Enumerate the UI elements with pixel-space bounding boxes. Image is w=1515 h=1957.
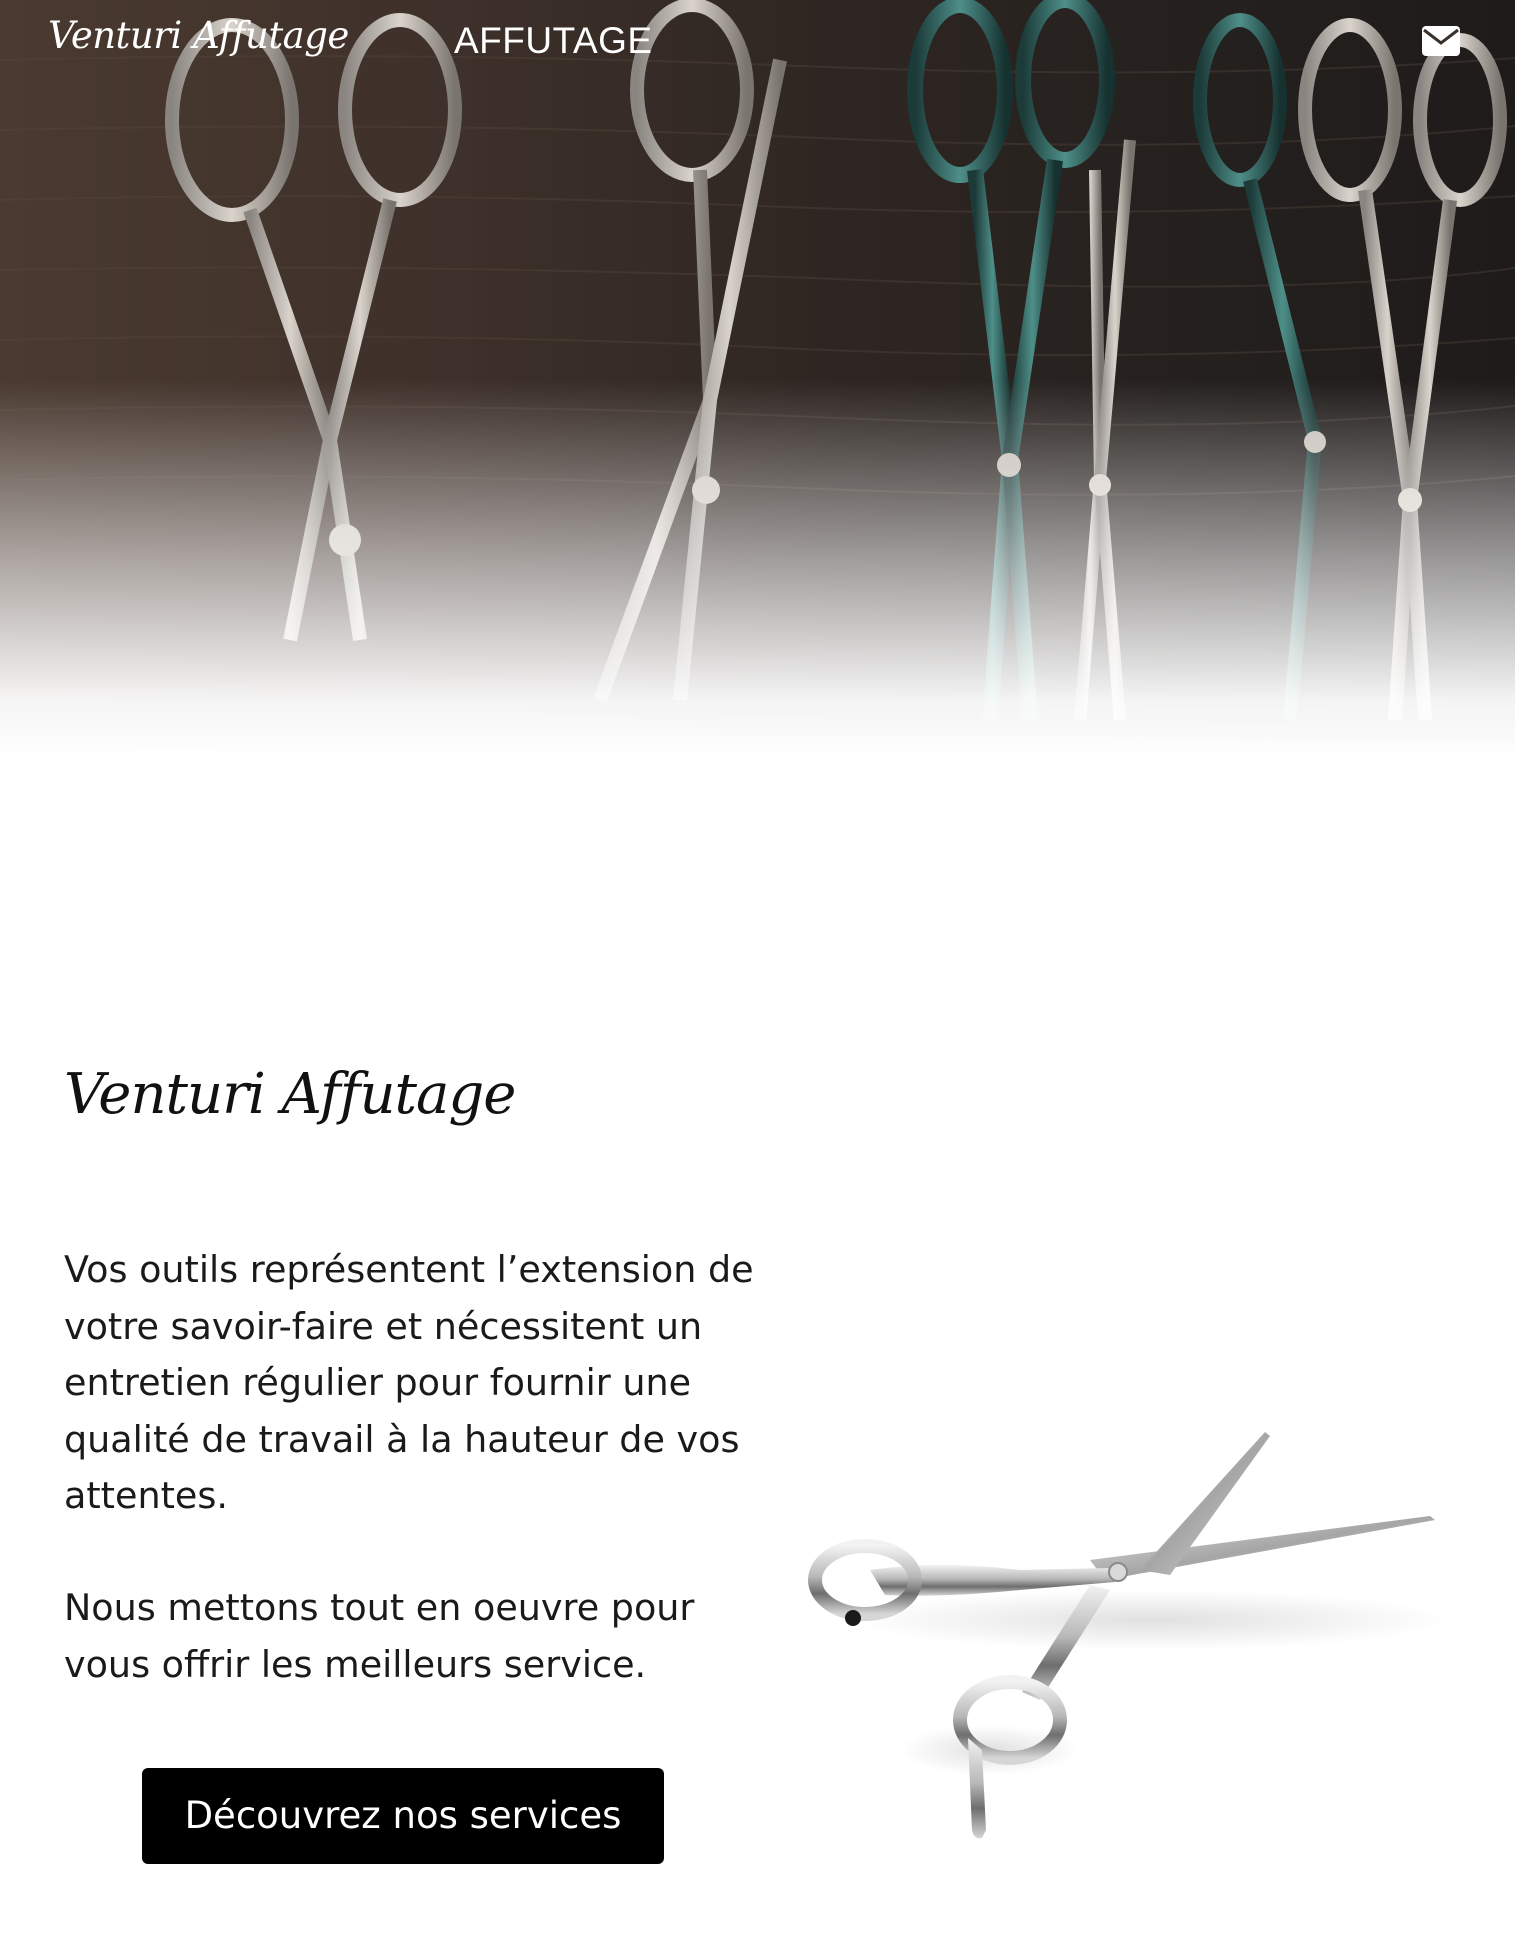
discover-services-button[interactable]: Découvrez nos services	[142, 1768, 664, 1864]
page: Venturi Affutage AFFUTAGE Venturi Affuta…	[0, 0, 1515, 1957]
nav-link-affutage[interactable]: AFFUTAGE	[454, 20, 653, 62]
site-logo[interactable]: Venturi Affutage	[48, 14, 349, 57]
page-title: Venturi Affutage	[64, 1062, 516, 1127]
hairdressing-scissors-image	[808, 1432, 1440, 1839]
envelope-icon[interactable]	[1422, 26, 1460, 56]
top-navigation: Venturi Affutage AFFUTAGE	[0, 0, 1515, 84]
intro-paragraph: Vos outils représentent l’extension de v…	[64, 1248, 754, 1517]
hero-banner	[0, 0, 1515, 760]
hero-fade-overlay	[0, 0, 1515, 760]
commitment-paragraph: Nous mettons tout en oeuvre pour vous of…	[64, 1586, 695, 1686]
